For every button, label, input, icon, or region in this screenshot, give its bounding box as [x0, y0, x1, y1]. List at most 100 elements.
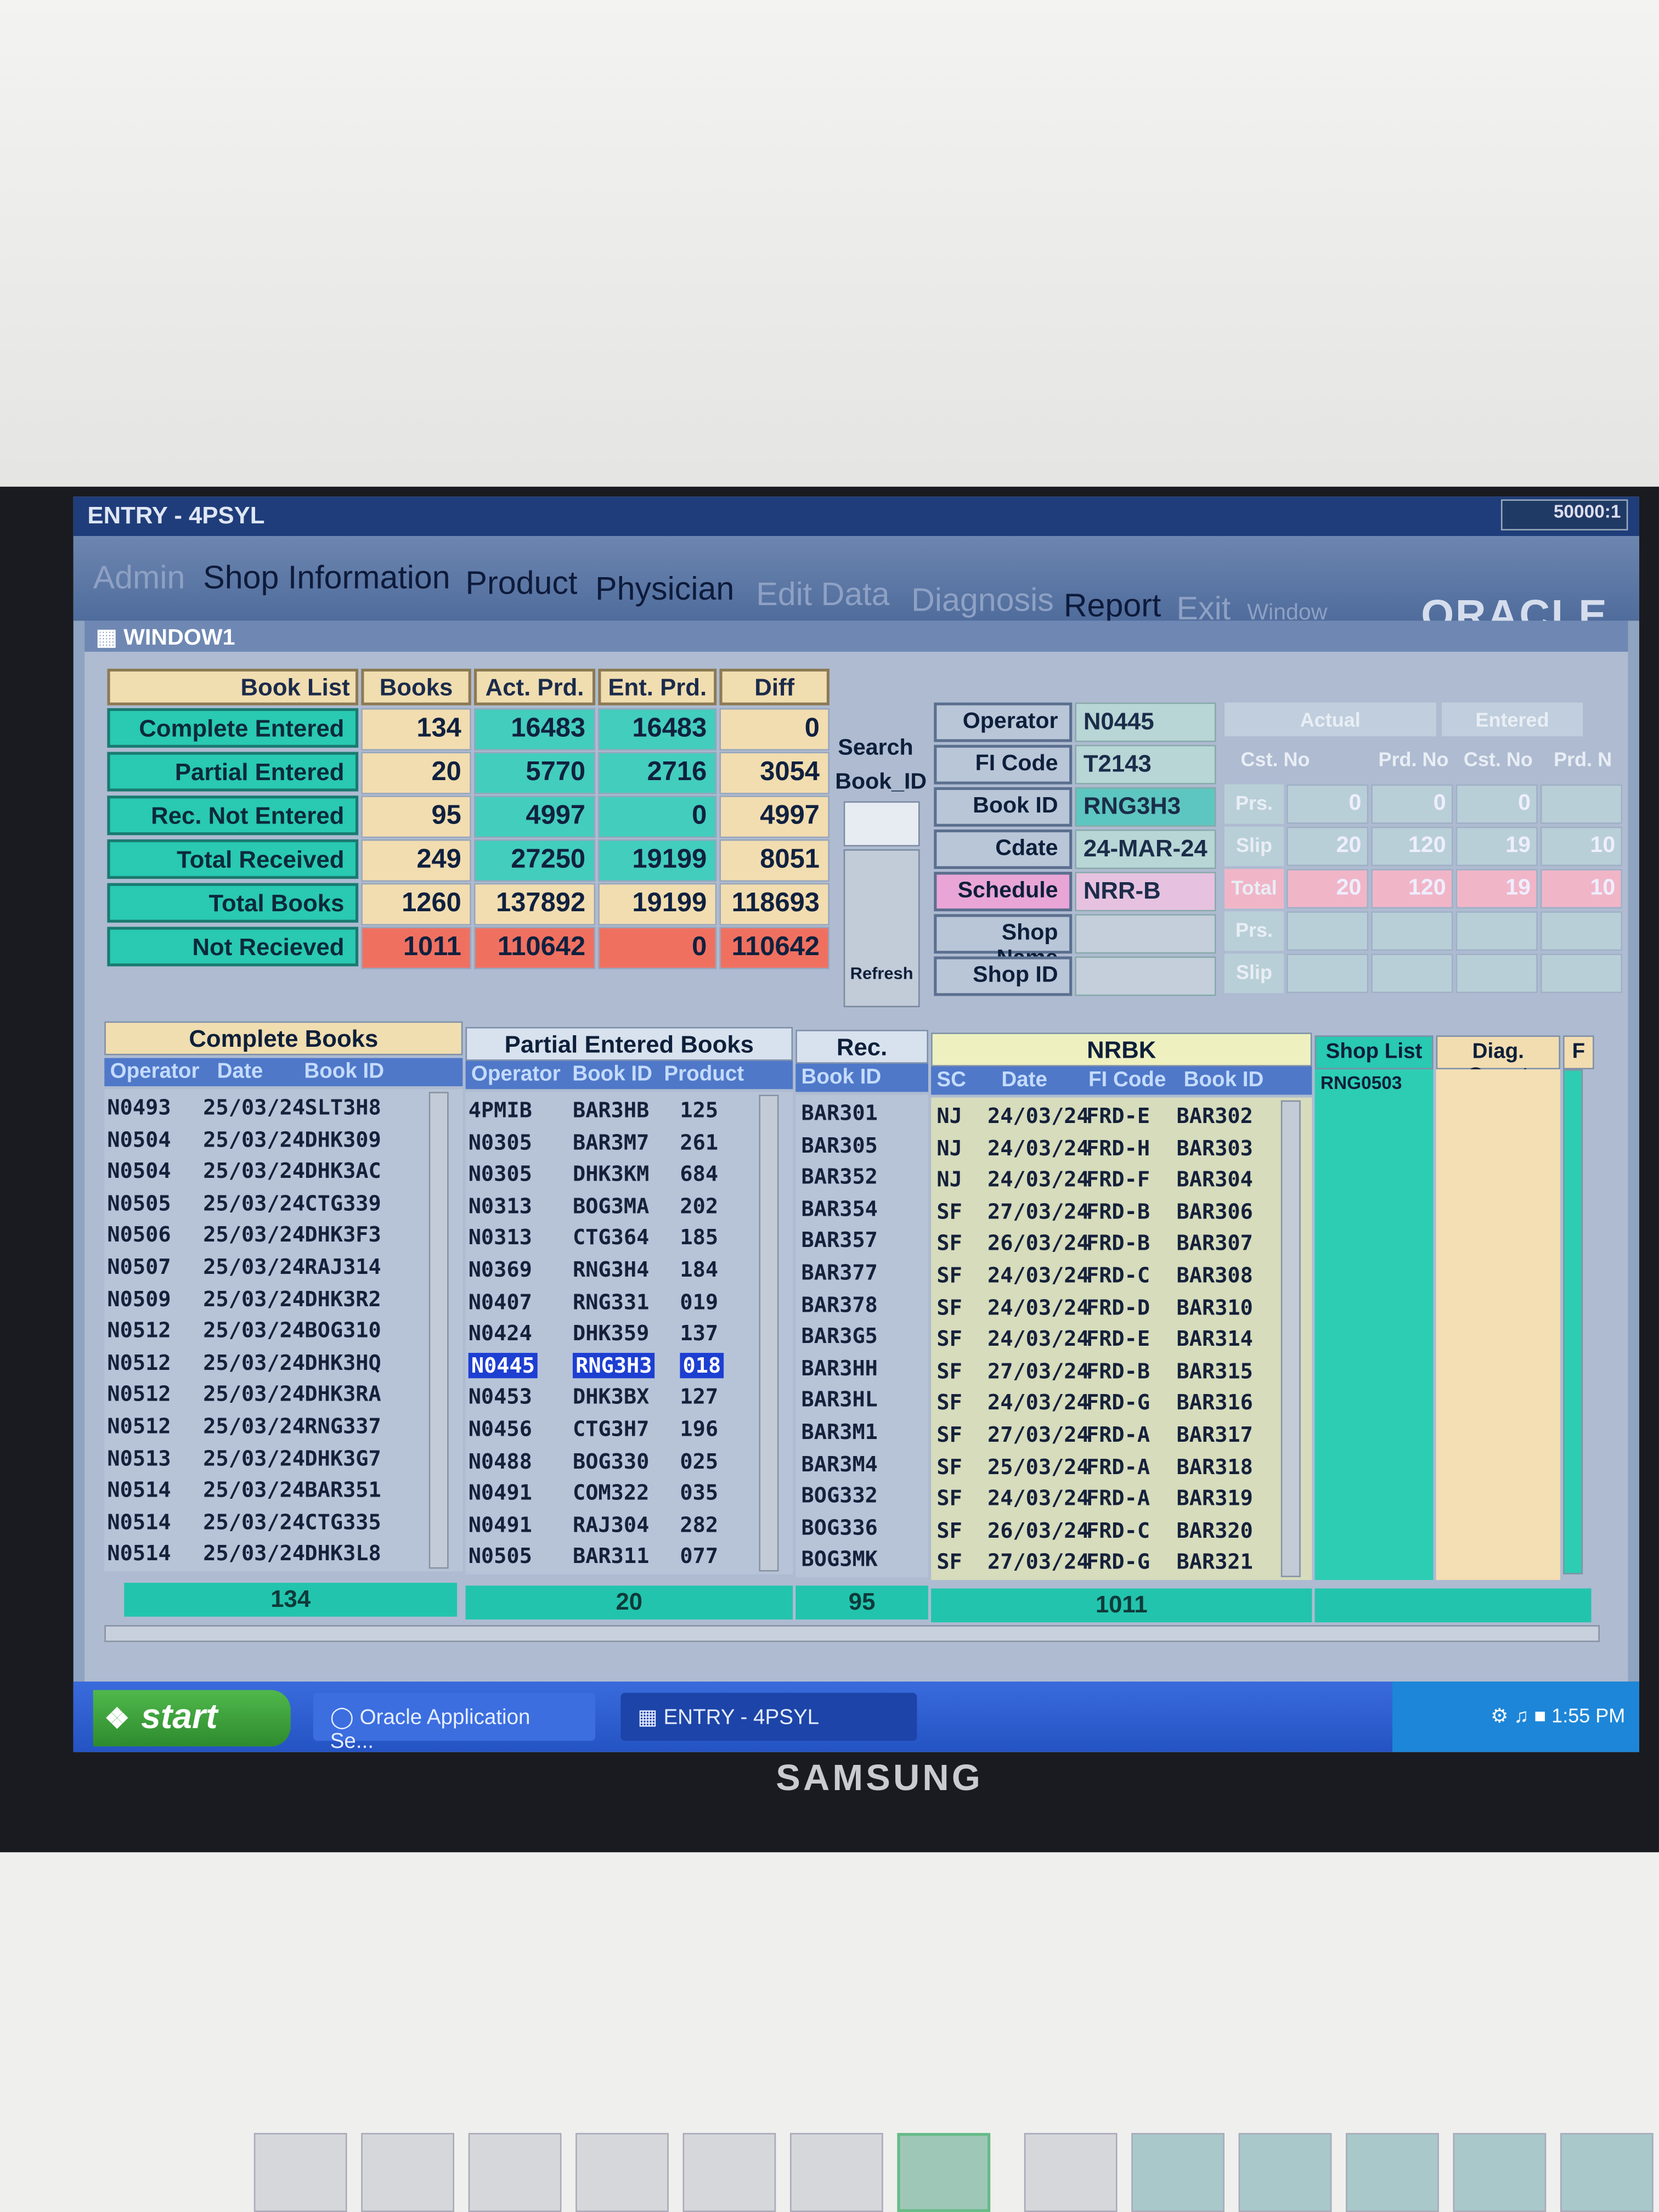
rec-nebk-row[interactable]: BOG332	[798, 1483, 925, 1511]
prs-count-cell[interactable]: 0	[1371, 784, 1453, 824]
complete-book-row[interactable]: N0513 25/03/24 DHK3G7	[107, 1446, 431, 1474]
total-count-cell[interactable]: 19	[1455, 868, 1538, 909]
complete-book-row[interactable]: N0509 25/03/24 DHK3R2	[107, 1286, 431, 1314]
nrbk-row[interactable]: SF 27/03/24 FRD-A BAR317	[936, 1422, 1280, 1450]
right-scrollbar[interactable]	[1563, 1069, 1583, 1575]
slip-count-cell[interactable]: 20	[1286, 826, 1369, 866]
complete-book-row[interactable]: N0512 25/03/24 BOG310	[107, 1318, 431, 1346]
tab-rec-nebk[interactable]: Rec. NEBK	[795, 1030, 928, 1089]
rec-nebk-row[interactable]: BAR3HH	[798, 1356, 925, 1384]
complete-scrollbar[interactable]	[428, 1092, 449, 1569]
partial-book-row[interactable]: N0456 CTG3H7 196	[469, 1417, 759, 1444]
shop-name-field[interactable]	[1075, 914, 1216, 954]
nrbk-row[interactable]: NJ 24/03/24 FRD-E BAR302	[936, 1103, 1280, 1131]
empty-count-cell[interactable]	[1286, 953, 1369, 994]
nrbk-row[interactable]: SF 24/03/24 FRD-E BAR314	[936, 1327, 1280, 1355]
thumbnail[interactable]	[1024, 2132, 1118, 2212]
partial-book-row[interactable]: 4PMIB BAR3HB 125	[469, 1098, 759, 1126]
tab-nrbk[interactable]: NRBK	[931, 1032, 1312, 1066]
thumbnail[interactable]	[468, 2132, 562, 2212]
partial-book-row[interactable]: N0424 DHK359 137	[469, 1321, 759, 1348]
complete-book-row[interactable]: N0507 25/03/24 RAJ314	[107, 1254, 431, 1282]
total-count-cell[interactable]: 120	[1371, 868, 1453, 909]
rec-nebk-row[interactable]: BOG336	[798, 1515, 925, 1543]
nrbk-row[interactable]: NJ 24/03/24 FRD-H BAR303	[936, 1135, 1280, 1163]
thumbnail[interactable]	[361, 2132, 454, 2212]
thumbnail[interactable]	[1238, 2132, 1332, 2212]
thumbnail-active[interactable]	[897, 2132, 991, 2212]
menu-physician[interactable]: Physician	[595, 570, 734, 608]
complete-book-row[interactable]: N0514 25/03/24 BAR351	[107, 1477, 431, 1505]
empty-count-cell[interactable]	[1286, 911, 1369, 951]
partial-book-row[interactable]: N0305 BAR3M7 261	[469, 1130, 759, 1158]
rec-nebk-row[interactable]: BAR3M4	[798, 1451, 925, 1479]
prs-count-cell[interactable]: 0	[1455, 784, 1538, 824]
rec-nebk-row[interactable]: BAR357	[798, 1228, 925, 1256]
thumbnail[interactable]	[575, 2132, 669, 2212]
thumbnail[interactable]	[1131, 2132, 1224, 2212]
menu-report[interactable]: Report	[1064, 587, 1161, 625]
menu-shop-information[interactable]: Shop Information	[203, 558, 450, 596]
menu-edit-data[interactable]: Edit Data	[756, 575, 889, 613]
empty-count-cell[interactable]	[1540, 911, 1623, 951]
partial-book-row[interactable]: N0491 COM322 035	[469, 1480, 759, 1508]
nrbk-row[interactable]: SF 27/03/24 FRD-G BAR321	[936, 1549, 1280, 1577]
rec-nebk-row[interactable]: BAR3G5	[798, 1323, 925, 1351]
partial-book-row[interactable]: N0305 DHK3KM 684	[469, 1161, 759, 1189]
thumbnail[interactable]	[1453, 2132, 1547, 2212]
rec-nebk-row[interactable]: BAR3HL	[798, 1387, 925, 1415]
slip-count-cell[interactable]: 10	[1540, 826, 1623, 866]
nrbk-row[interactable]: SF 24/03/24 FRD-C BAR308	[936, 1262, 1280, 1290]
operator-field[interactable]: N0445	[1075, 702, 1216, 742]
empty-count-cell[interactable]	[1371, 953, 1453, 994]
menu-diagnosis[interactable]: Diagnosis	[911, 581, 1054, 619]
empty-count-cell[interactable]	[1455, 911, 1538, 951]
refresh-button[interactable]: Refresh	[843, 849, 920, 1007]
thumbnail[interactable]	[1560, 2132, 1654, 2212]
rec-nebk-row[interactable]: BAR301	[798, 1101, 925, 1128]
menu-product[interactable]: Product	[466, 565, 578, 602]
nrbk-row[interactable]: SF 26/03/24 FRD-B BAR307	[936, 1231, 1280, 1259]
nrbk-row[interactable]: SF 27/03/24 FRD-B BAR306	[936, 1199, 1280, 1227]
nrbk-row[interactable]: SF 24/03/24 FRD-A BAR319	[936, 1486, 1280, 1514]
complete-book-row[interactable]: N0504 25/03/24 DHK3AC	[107, 1159, 431, 1187]
total-count-cell[interactable]: 20	[1286, 868, 1369, 909]
taskbar-oracle-app[interactable]: ◯ Oracle Application Se...	[313, 1692, 596, 1752]
partial-book-row[interactable]: N0369 RNG3H4 184	[469, 1257, 759, 1285]
rec-nebk-row[interactable]: BAR352	[798, 1164, 925, 1192]
start-button[interactable]: ❖ start	[93, 1690, 291, 1747]
search-book-id-input[interactable]	[843, 801, 920, 847]
complete-book-row[interactable]: N0514 25/03/24 CTG335	[107, 1509, 431, 1537]
complete-book-row[interactable]: N0504 25/03/24 DHK309	[107, 1127, 431, 1155]
partial-scrollbar[interactable]	[759, 1094, 779, 1572]
complete-book-row[interactable]: N0512 25/03/24 DHK3RA	[107, 1381, 431, 1409]
rec-nebk-row[interactable]: BAR3M1	[798, 1419, 925, 1447]
schedule-field[interactable]: NRR-B	[1075, 872, 1216, 912]
partial-book-row[interactable]: N0313 CTG364 185	[469, 1225, 759, 1253]
nrbk-row[interactable]: SF 26/03/24 FRD-C BAR320	[936, 1517, 1280, 1545]
complete-book-row[interactable]: N0506 25/03/24 DHK3F3	[107, 1222, 431, 1250]
thumbnail[interactable]	[682, 2132, 776, 2212]
tab-diag-count[interactable]: Diag. Count	[1436, 1035, 1560, 1088]
nrbk-scrollbar[interactable]	[1280, 1100, 1301, 1577]
empty-count-cell[interactable]	[1371, 911, 1453, 951]
empty-count-cell[interactable]	[1540, 953, 1623, 994]
taskbar-entry-window[interactable]: ▦ ENTRY - 4PSYL	[620, 1692, 917, 1741]
prs-count-cell[interactable]	[1540, 784, 1623, 824]
complete-book-row[interactable]: N0514 25/03/24 DHK3L8	[107, 1541, 431, 1569]
nrbk-row[interactable]: SF 24/03/24 FRD-D BAR310	[936, 1295, 1280, 1323]
rec-nebk-row[interactable]: BAR354	[798, 1196, 925, 1224]
shop-list-item[interactable]: RNG0503	[1321, 1072, 1402, 1093]
partial-book-row[interactable]: N0488 BOG330 025	[469, 1448, 759, 1476]
partial-book-row[interactable]: N0313 BOG3MA 202	[469, 1193, 759, 1221]
partial-book-row[interactable]: N0445 RNG3H3 018	[468, 1352, 759, 1380]
shop-id-field[interactable]	[1075, 956, 1216, 996]
empty-count-cell[interactable]	[1455, 953, 1538, 994]
total-count-cell[interactable]: 10	[1540, 868, 1623, 909]
thumbnail[interactable]	[789, 2132, 883, 2212]
rec-nebk-row[interactable]: BOG3MK	[798, 1547, 925, 1575]
tab-partial-entered-books[interactable]: Partial Entered Books	[465, 1026, 793, 1061]
nrbk-row[interactable]: SF 27/03/24 FRD-B BAR315	[936, 1358, 1280, 1386]
rec-nebk-row[interactable]: BAR378	[798, 1291, 925, 1319]
partial-book-row[interactable]: N0491 RAJ304 282	[469, 1512, 759, 1540]
